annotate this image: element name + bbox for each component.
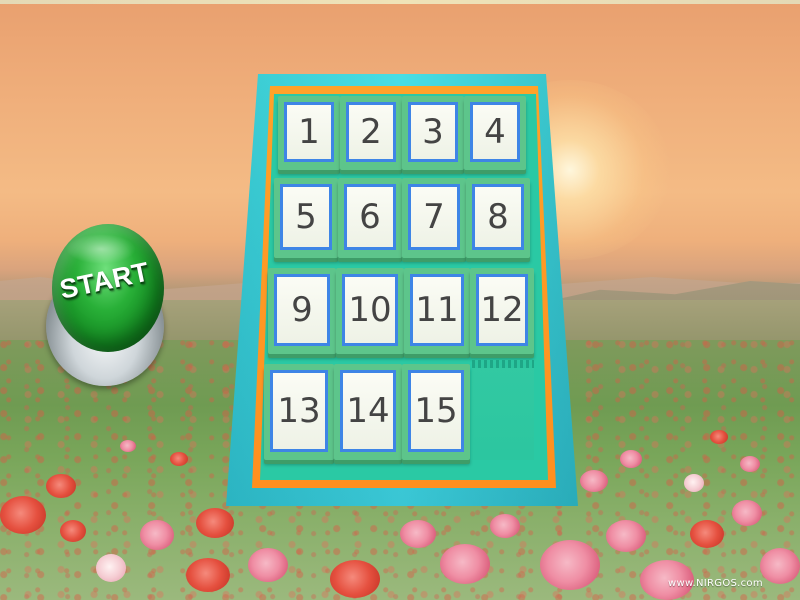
flower [710,430,728,444]
tile-number: 7 [423,197,445,237]
puzzle-tile[interactable]: 4 [464,96,526,170]
tile-face: 8 [472,184,524,250]
tile-face: 3 [408,102,458,162]
flower [248,548,288,582]
flower [684,474,704,492]
flower [760,548,800,584]
empty-slot [472,362,534,460]
tile-number: 4 [484,112,506,152]
flower [540,540,600,590]
tile-number: 10 [348,290,392,330]
tile-face: 15 [408,370,464,452]
puzzle-tile[interactable]: 10 [336,268,404,354]
tile-number: 11 [415,290,459,330]
flower [60,520,86,542]
puzzle-tile[interactable]: 14 [334,364,402,460]
flower [620,450,642,468]
puzzle-tile[interactable]: 2 [340,96,402,170]
tile-face: 5 [280,184,332,250]
flower [170,452,188,466]
tile-face: 12 [476,274,528,346]
flower [96,554,126,582]
tile-number: 3 [422,112,444,152]
flower [580,470,608,492]
flower [440,544,490,584]
tile-number: 1 [298,112,320,152]
puzzle-tile[interactable]: 6 [338,178,402,258]
tile-number: 12 [480,290,524,330]
puzzle-tile[interactable]: 12 [470,268,534,354]
puzzle-tile[interactable]: 13 [264,364,334,460]
top-bar [0,0,800,4]
start-button-wrap: START [42,224,166,388]
tile-face: 9 [274,274,330,346]
puzzle-tile[interactable]: 7 [402,178,466,258]
tile-number: 8 [487,197,509,237]
start-button[interactable]: START [52,224,164,352]
tile-number: 5 [295,197,317,237]
flower [330,560,380,598]
flower [186,558,230,592]
flower [400,520,436,548]
tile-face: 4 [470,102,520,162]
flower [490,514,520,538]
flower [690,520,724,548]
puzzle-tile[interactable]: 8 [466,178,530,258]
puzzle-tile[interactable]: 1 [278,96,340,170]
tile-face: 2 [346,102,396,162]
tile-number: 6 [359,197,381,237]
tile-number: 14 [346,391,390,431]
tile-number: 15 [414,391,458,431]
start-button-label: START [56,256,152,305]
flower [140,520,174,550]
flower [740,456,760,472]
tile-face: 7 [408,184,460,250]
puzzle-tile[interactable]: 5 [274,178,338,258]
puzzle-tile[interactable]: 3 [402,96,464,170]
puzzle-tile[interactable]: 9 [268,268,336,354]
flower [196,508,234,538]
tile-number: 9 [291,290,313,330]
puzzle-tile[interactable]: 15 [402,364,470,460]
tile-number: 2 [360,112,382,152]
flower [732,500,762,526]
flower [46,474,76,498]
site-watermark: www.NIRGOS.com [668,578,763,589]
tile-face: 11 [410,274,464,346]
tile-number: 13 [277,391,321,431]
puzzle-tile[interactable]: 11 [404,268,470,354]
tile-face: 6 [344,184,396,250]
tile-face: 10 [342,274,398,346]
tile-face: 13 [270,370,328,452]
empty-slot-edge [472,360,534,368]
tile-face: 14 [340,370,396,452]
flower [120,440,136,452]
flower [606,520,646,552]
flower [0,496,46,534]
tile-face: 1 [284,102,334,162]
